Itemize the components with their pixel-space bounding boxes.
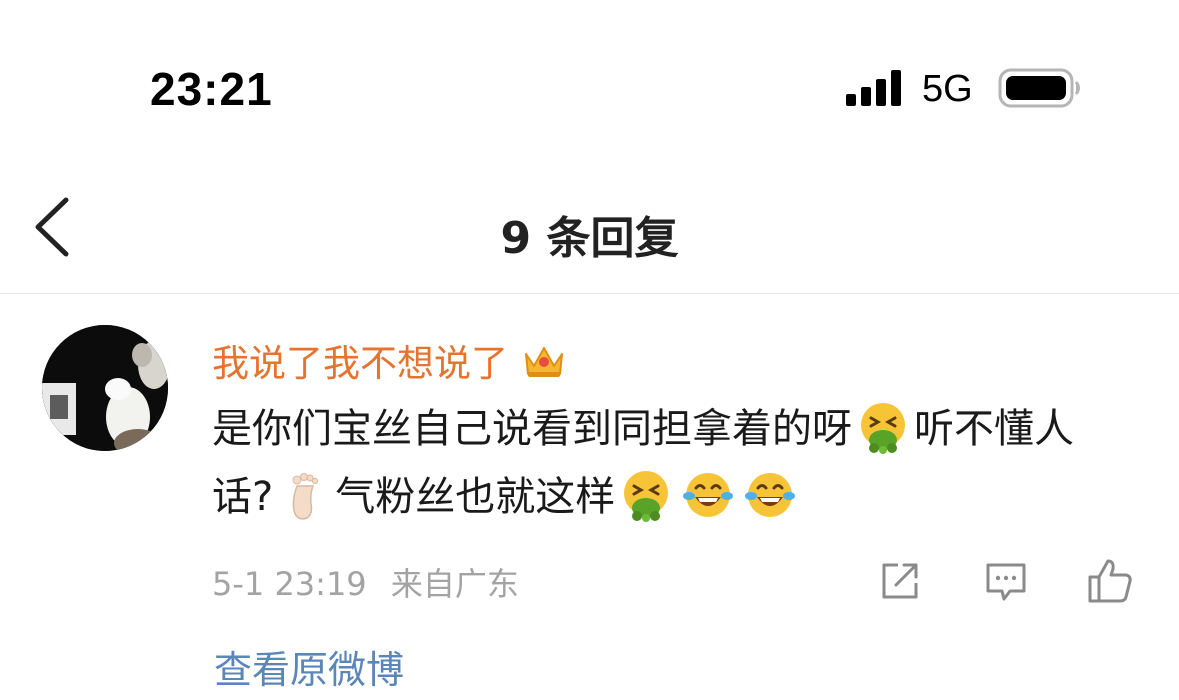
comment-icon[interactable] bbox=[982, 557, 1030, 605]
vomit-emoji-icon bbox=[619, 468, 673, 522]
comment-text-part1: 是你们宝丝自己说看到同担拿着的呀 bbox=[212, 406, 852, 452]
laugh-cry-emoji-icon bbox=[681, 468, 735, 522]
crown-badge-icon bbox=[525, 347, 563, 377]
comment-text: 是你们宝丝自己说看到同担拿着的呀 听不懂人话? 气粉丝也就这样 bbox=[212, 395, 1112, 531]
network-type: 5G bbox=[922, 68, 973, 110]
status-bar: 23:21 5G bbox=[0, 0, 1179, 150]
comment-location: 来自广东 bbox=[390, 565, 519, 603]
comment-date: 5-1 23:19 bbox=[212, 565, 367, 603]
comment-meta: 5-1 23:19 来自广东 bbox=[212, 559, 533, 605]
battery-icon bbox=[998, 68, 1080, 108]
view-original-link[interactable]: 查看原微博 bbox=[214, 639, 404, 694]
nav-bar: 9 条回复 bbox=[0, 150, 1179, 294]
username-row: 我说了我不想说了 bbox=[212, 333, 566, 387]
comment-item: 我说了我不想说了 是你们宝丝自己说看到同担拿着的呀 听不懂人话? 气粉丝也就这样 5… bbox=[0, 295, 1179, 700]
username[interactable]: 我说了我不想说了 bbox=[212, 333, 508, 387]
share-icon[interactable] bbox=[876, 557, 924, 605]
page-title: 9 条回复 bbox=[500, 213, 679, 264]
vomit-emoji-icon bbox=[856, 400, 910, 454]
foot-emoji-icon bbox=[277, 468, 331, 522]
avatar[interactable] bbox=[42, 325, 168, 451]
like-icon[interactable] bbox=[1086, 557, 1134, 605]
comment-text-part3: 气粉丝也就这样 bbox=[335, 474, 616, 520]
signal-icon bbox=[846, 70, 901, 106]
laugh-cry-emoji-icon bbox=[743, 468, 797, 522]
status-time: 23:21 bbox=[150, 63, 273, 115]
